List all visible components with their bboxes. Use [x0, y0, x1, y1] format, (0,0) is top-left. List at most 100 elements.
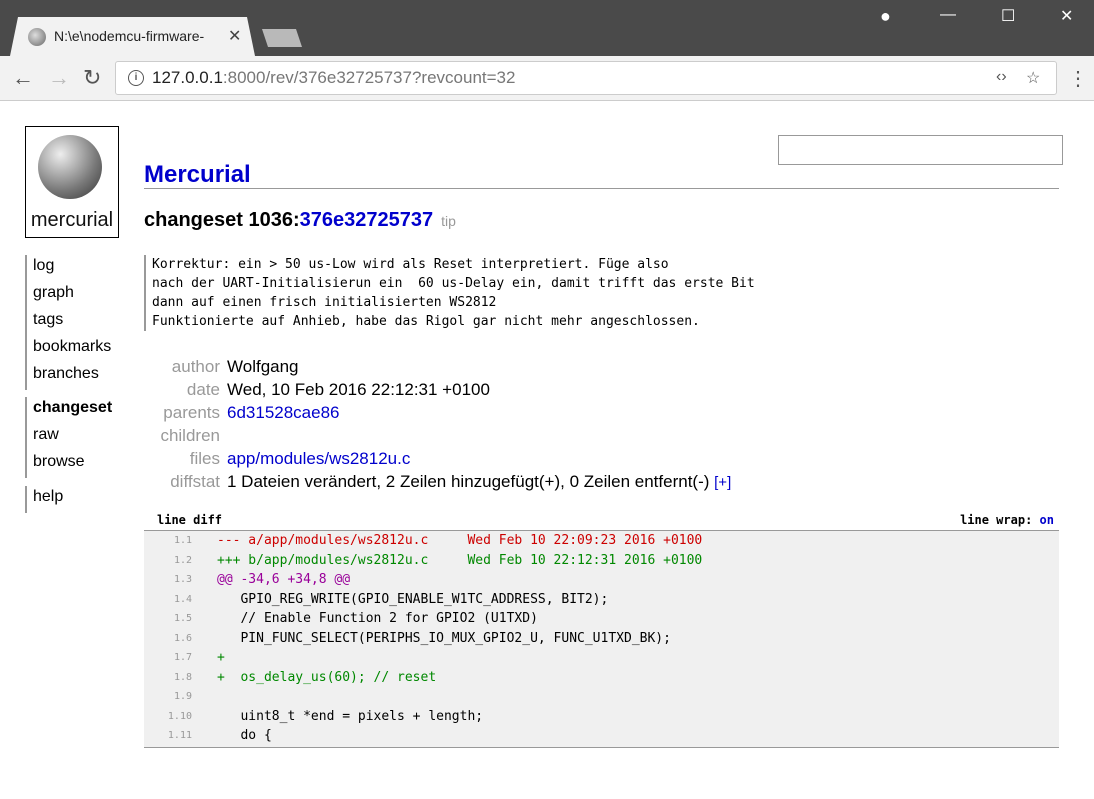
- children-label: children: [160, 426, 220, 445]
- line-wrap-control: line wrap: on: [960, 513, 1054, 527]
- diff-line-text: GPIO_REG_WRITE(GPIO_ENABLE_W1TC_ADDRESS,…: [217, 591, 609, 607]
- diff-line: 1.9: [144, 687, 1059, 707]
- diffstat-value: 1 Dateien verändert, 2 Zeilen hinzugefüg…: [227, 472, 710, 491]
- tab-title: N:\e\nodemcu-firmware-: [54, 28, 205, 44]
- changeset-hash-link[interactable]: 376e32725737: [300, 209, 433, 231]
- diff-body: 1.1 --- a/app/modules/ws2812u.c Wed Feb 1…: [144, 531, 1059, 748]
- diff-line: 1.2 +++ b/app/modules/ws2812u.c Wed Feb 1…: [144, 551, 1059, 571]
- tip-tag: tip: [441, 213, 456, 229]
- diff-line-text: @@ -34,6 +34,8 @@: [217, 572, 351, 587]
- title-divider: [144, 188, 1059, 189]
- changeset-metadata: author Wolfgang date Wed, 10 Feb 2016 22:1…: [144, 355, 731, 493]
- diff-line-text: uint8_t *end = pixels + length;: [217, 708, 484, 724]
- browser-toolbar: ← → ↻ i 127.0.0.1:8000/rev/376e32725737?…: [0, 56, 1094, 101]
- diff-line: 1.6 PIN_FUNC_SELECT(PERIPHS_IO_MUX_GPIO2…: [144, 629, 1059, 649]
- close-window-icon[interactable]: ✕: [1060, 6, 1073, 26]
- diff-line: 1.11 do {: [144, 726, 1059, 746]
- sidebar-nav-group: log graph tags bookmarks branches: [25, 255, 111, 390]
- children-row: children: [144, 424, 731, 447]
- files-label: files: [189, 449, 220, 468]
- diff-line: 1.1 --- a/app/modules/ws2812u.c Wed Feb 1…: [144, 531, 1059, 551]
- search-input[interactable]: [778, 135, 1063, 165]
- back-icon[interactable]: ←: [12, 65, 34, 91]
- diff-line-number[interactable]: 1.4: [144, 590, 192, 610]
- sidebar-item-log[interactable]: log: [33, 255, 111, 282]
- sidebar-item-help[interactable]: help: [33, 486, 63, 513]
- browser-tab[interactable]: N:\e\nodemcu-firmware- ✕: [10, 17, 255, 56]
- diff-line: 1.10 uint8_t *end = pixels + length;: [144, 707, 1059, 727]
- mercury-drop-icon: [38, 135, 102, 199]
- sidebar-changeset-group: changeset raw browse: [25, 397, 112, 478]
- sidebar-item-raw[interactable]: raw: [33, 424, 112, 451]
- date-value: Wed, 10 Feb 2016 22:12:31 +0100: [227, 380, 490, 399]
- files-row: files app/modules/ws2812u.c: [144, 447, 731, 470]
- diffstat-row: diffstat 1 Dateien verändert, 2 Zeilen hi…: [144, 470, 731, 493]
- blocked-content-icon[interactable]: ‹›: [996, 68, 1007, 86]
- minimize-icon[interactable]: —: [940, 6, 956, 24]
- diff-line-number[interactable]: 1.10: [144, 707, 192, 727]
- diff-line-number[interactable]: 1.9: [144, 687, 192, 707]
- diff-line-text: +: [217, 650, 225, 665]
- diff-line-text: --- a/app/modules/ws2812u.c Wed Feb 10 2…: [217, 533, 703, 548]
- diff-line-text: // Enable Function 2 for GPIO2 (U1TXD): [217, 611, 538, 626]
- parents-label: parents: [163, 403, 220, 422]
- new-tab-button[interactable]: [262, 29, 302, 47]
- diff-line-number[interactable]: 1.7: [144, 648, 192, 668]
- mercurial-favicon-icon: [28, 28, 46, 46]
- line-wrap-toggle[interactable]: on: [1040, 513, 1054, 527]
- diff-line-number[interactable]: 1.2: [144, 551, 192, 571]
- diffstat-expand-link[interactable]: [+]: [714, 474, 731, 491]
- description-line: nach der UART-Initialisierun ein 60 us-D…: [152, 276, 755, 291]
- sidebar-item-graph[interactable]: graph: [33, 282, 111, 309]
- date-row: date Wed, 10 Feb 2016 22:12:31 +0100: [144, 378, 731, 401]
- parent-link[interactable]: 6d31528cae86: [227, 403, 340, 422]
- changeset-label: changeset 1036:: [144, 209, 300, 231]
- site-title-link[interactable]: Mercurial: [144, 161, 251, 189]
- logo-text: mercurial: [30, 209, 114, 231]
- diff-line-text: + os_delay_us(60); // reset: [217, 669, 437, 685]
- browser-titlebar: N:\e\nodemcu-firmware- ✕ ● — ☐ ✕: [0, 0, 1094, 56]
- sidebar-item-browse[interactable]: browse: [33, 451, 112, 478]
- author-row: author Wolfgang: [144, 355, 731, 378]
- diff-line-number[interactable]: 1.3: [144, 570, 192, 590]
- menu-icon[interactable]: ⋮: [1068, 66, 1088, 91]
- profile-icon[interactable]: ●: [880, 6, 891, 27]
- changeset-heading: changeset 1036:376e32725737 tip: [144, 209, 456, 232]
- sidebar-help-group: help: [25, 486, 63, 513]
- file-link[interactable]: app/modules/ws2812u.c: [227, 449, 410, 468]
- line-wrap-label: line wrap:: [960, 513, 1033, 527]
- parents-row: parents 6d31528cae86: [144, 401, 731, 424]
- author-label: author: [171, 357, 220, 376]
- maximize-icon[interactable]: ☐: [1001, 6, 1015, 26]
- diffstat-label: diffstat: [170, 472, 220, 491]
- address-bar[interactable]: i 127.0.0.1:8000/rev/376e32725737?revcou…: [115, 61, 1057, 95]
- description-line: dann auf einen frisch initialisierten WS…: [152, 295, 497, 310]
- diff-line: 1.5 // Enable Function 2 for GPIO2 (U1TX…: [144, 609, 1059, 629]
- diff-line: 1.8 + os_delay_us(60); // reset: [144, 668, 1059, 688]
- sidebar-item-bookmarks[interactable]: bookmarks: [33, 336, 111, 363]
- sidebar-item-branches[interactable]: branches: [33, 363, 111, 390]
- sidebar-item-tags[interactable]: tags: [33, 309, 111, 336]
- diff-line-number[interactable]: 1.1: [144, 531, 192, 551]
- diff-line-number[interactable]: 1.11: [144, 726, 192, 746]
- diff-line: 1.3 @@ -34,6 +34,8 @@: [144, 570, 1059, 590]
- date-label: date: [186, 380, 220, 399]
- diff-line-text: PIN_FUNC_SELECT(PERIPHS_IO_MUX_GPIO2_U, …: [217, 630, 671, 646]
- close-tab-icon[interactable]: ✕: [228, 26, 241, 46]
- info-icon[interactable]: i: [128, 70, 144, 86]
- diff-line-number[interactable]: 1.6: [144, 629, 192, 649]
- diff-line-number[interactable]: 1.8: [144, 668, 192, 688]
- bookmark-star-icon[interactable]: ☆: [1026, 68, 1040, 88]
- author-value: Wolfgang: [227, 357, 299, 376]
- forward-icon[interactable]: →: [48, 65, 70, 91]
- diff-line: 1.4 GPIO_REG_WRITE(GPIO_ENABLE_W1TC_ADDR…: [144, 590, 1059, 610]
- sidebar-item-changeset: changeset: [33, 399, 113, 416]
- url-text: 127.0.0.1:8000/rev/376e32725737?revcount…: [152, 68, 516, 87]
- diff-header: line diff line wrap: on: [144, 512, 1059, 531]
- diff-line-text: +++ b/app/modules/ws2812u.c Wed Feb 10 2…: [217, 552, 703, 568]
- reload-icon[interactable]: ↻: [83, 65, 101, 91]
- diff-line: 1.7 +: [144, 648, 1059, 668]
- diff-line-number[interactable]: 1.5: [144, 609, 192, 629]
- line-diff-label: line diff: [157, 513, 223, 527]
- mercurial-logo[interactable]: mercurial: [25, 126, 119, 238]
